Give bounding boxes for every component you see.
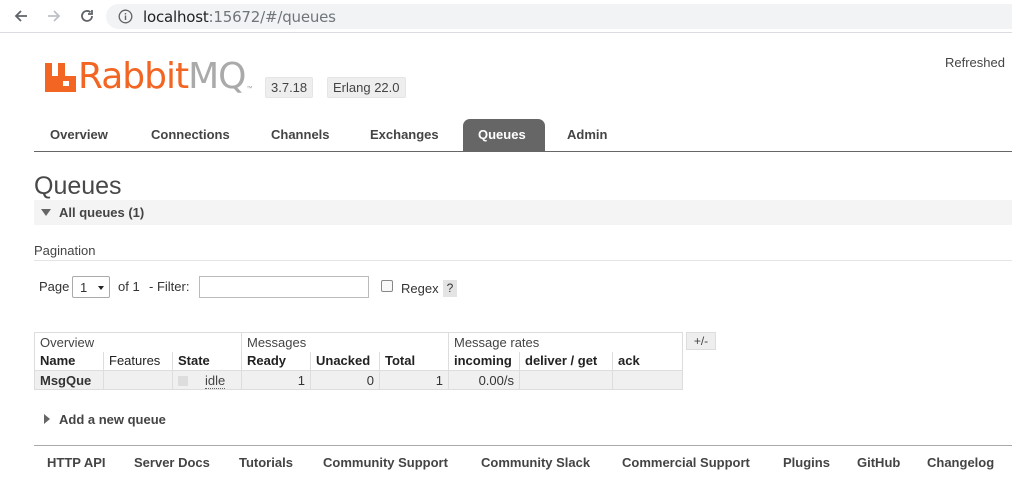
- column-toggle-button[interactable]: +/-: [686, 332, 716, 350]
- footer-link-tutorials[interactable]: Tutorials: [239, 455, 293, 470]
- reload-icon[interactable]: [75, 5, 99, 27]
- queue-total: 1: [379, 370, 449, 390]
- footer-link-http-api[interactable]: HTTP API: [47, 455, 106, 470]
- erlang-version-badge: Erlang 22.0: [327, 77, 406, 98]
- version-badge: 3.7.18: [265, 77, 314, 98]
- column-header-state[interactable]: State: [172, 351, 242, 371]
- group-header-messages: Messages: [241, 332, 449, 352]
- rabbitmq-logo[interactable]: RabbitMQ ™: [44, 58, 253, 96]
- tab-channels[interactable]: Channels: [256, 119, 345, 151]
- main-tabs: Overview Connections Channels Exchanges …: [34, 119, 1012, 152]
- queue-ack-rate: [612, 370, 683, 390]
- column-header-ready[interactable]: Ready: [241, 351, 311, 371]
- queue-state: idle: [172, 370, 242, 390]
- footer-link-community-support[interactable]: Community Support: [323, 455, 448, 470]
- queue-features: [103, 370, 173, 390]
- footer-link-server-docs[interactable]: Server Docs: [134, 455, 210, 470]
- dropdown-arrow-icon: [98, 286, 104, 290]
- expand-triangle-icon: [44, 414, 50, 424]
- all-queues-heading: All queues (1): [59, 205, 145, 220]
- page-label: Page: [39, 279, 70, 294]
- footer-divider: [34, 445, 1012, 446]
- rabbitmq-logo-icon: [44, 61, 77, 94]
- page-select[interactable]: 1: [72, 276, 110, 298]
- info-icon[interactable]: [118, 9, 133, 27]
- queue-name-link[interactable]: MsgQue: [34, 370, 104, 390]
- queue-unacked: 0: [310, 370, 380, 390]
- url-text: localhost:15672/#/queues: [143, 8, 336, 26]
- queue-deliver-get-rate: [519, 370, 613, 390]
- tab-admin[interactable]: Admin: [552, 119, 622, 151]
- footer-link-changelog[interactable]: Changelog: [927, 455, 994, 470]
- state-indicator-icon: [178, 376, 188, 387]
- page-count-label: of 1: [118, 279, 140, 294]
- column-header-name[interactable]: Name: [34, 351, 104, 371]
- queue-ready: 1: [241, 370, 311, 390]
- regex-label: Regex: [401, 281, 439, 296]
- filter-label: - Filter:: [149, 279, 190, 294]
- tab-overview[interactable]: Overview: [35, 119, 123, 151]
- tab-exchanges[interactable]: Exchanges: [355, 119, 454, 151]
- queue-incoming-rate: 0.00/s: [448, 370, 520, 390]
- back-arrow-icon[interactable]: [9, 5, 33, 27]
- column-header-features[interactable]: Features: [103, 351, 173, 371]
- column-header-deliver-get[interactable]: deliver / get: [519, 351, 613, 371]
- pagination-heading: Pagination: [34, 243, 96, 258]
- divider: [34, 260, 1012, 261]
- column-header-total[interactable]: Total: [379, 351, 449, 371]
- address-bar[interactable]: localhost:15672/#/queues: [106, 4, 1012, 29]
- all-queues-section-toggle[interactable]: All queues (1): [34, 200, 1012, 225]
- refreshed-status: Refreshed: [945, 55, 1005, 70]
- tab-queues[interactable]: Queues: [463, 119, 545, 151]
- forward-arrow-icon[interactable]: [42, 5, 66, 27]
- collapse-triangle-icon: [41, 209, 51, 216]
- filter-input[interactable]: [199, 276, 369, 298]
- add-queue-heading: Add a new queue: [59, 412, 166, 427]
- group-header-overview: Overview: [34, 332, 242, 352]
- browser-toolbar: localhost:15672/#/queues: [0, 0, 1012, 33]
- regex-checkbox[interactable]: [381, 280, 393, 292]
- group-header-message-rates: Message rates: [448, 332, 683, 352]
- footer-link-plugins[interactable]: Plugins: [783, 455, 830, 470]
- column-header-incoming[interactable]: incoming: [448, 351, 520, 371]
- page-title: Queues: [34, 172, 122, 200]
- footer-link-community-slack[interactable]: Community Slack: [481, 455, 590, 470]
- column-header-ack[interactable]: ack: [612, 351, 683, 371]
- queues-table: Overview Messages Message rates Name Fea…: [34, 332, 683, 390]
- tab-connections[interactable]: Connections: [136, 119, 245, 151]
- column-header-unacked[interactable]: Unacked: [310, 351, 380, 371]
- regex-help-button[interactable]: ?: [443, 280, 457, 297]
- table-row[interactable]: MsgQue idle 1 0 1 0.00/s: [34, 370, 683, 390]
- footer-link-github[interactable]: GitHub: [857, 455, 900, 470]
- footer-link-commercial-support[interactable]: Commercial Support: [622, 455, 750, 470]
